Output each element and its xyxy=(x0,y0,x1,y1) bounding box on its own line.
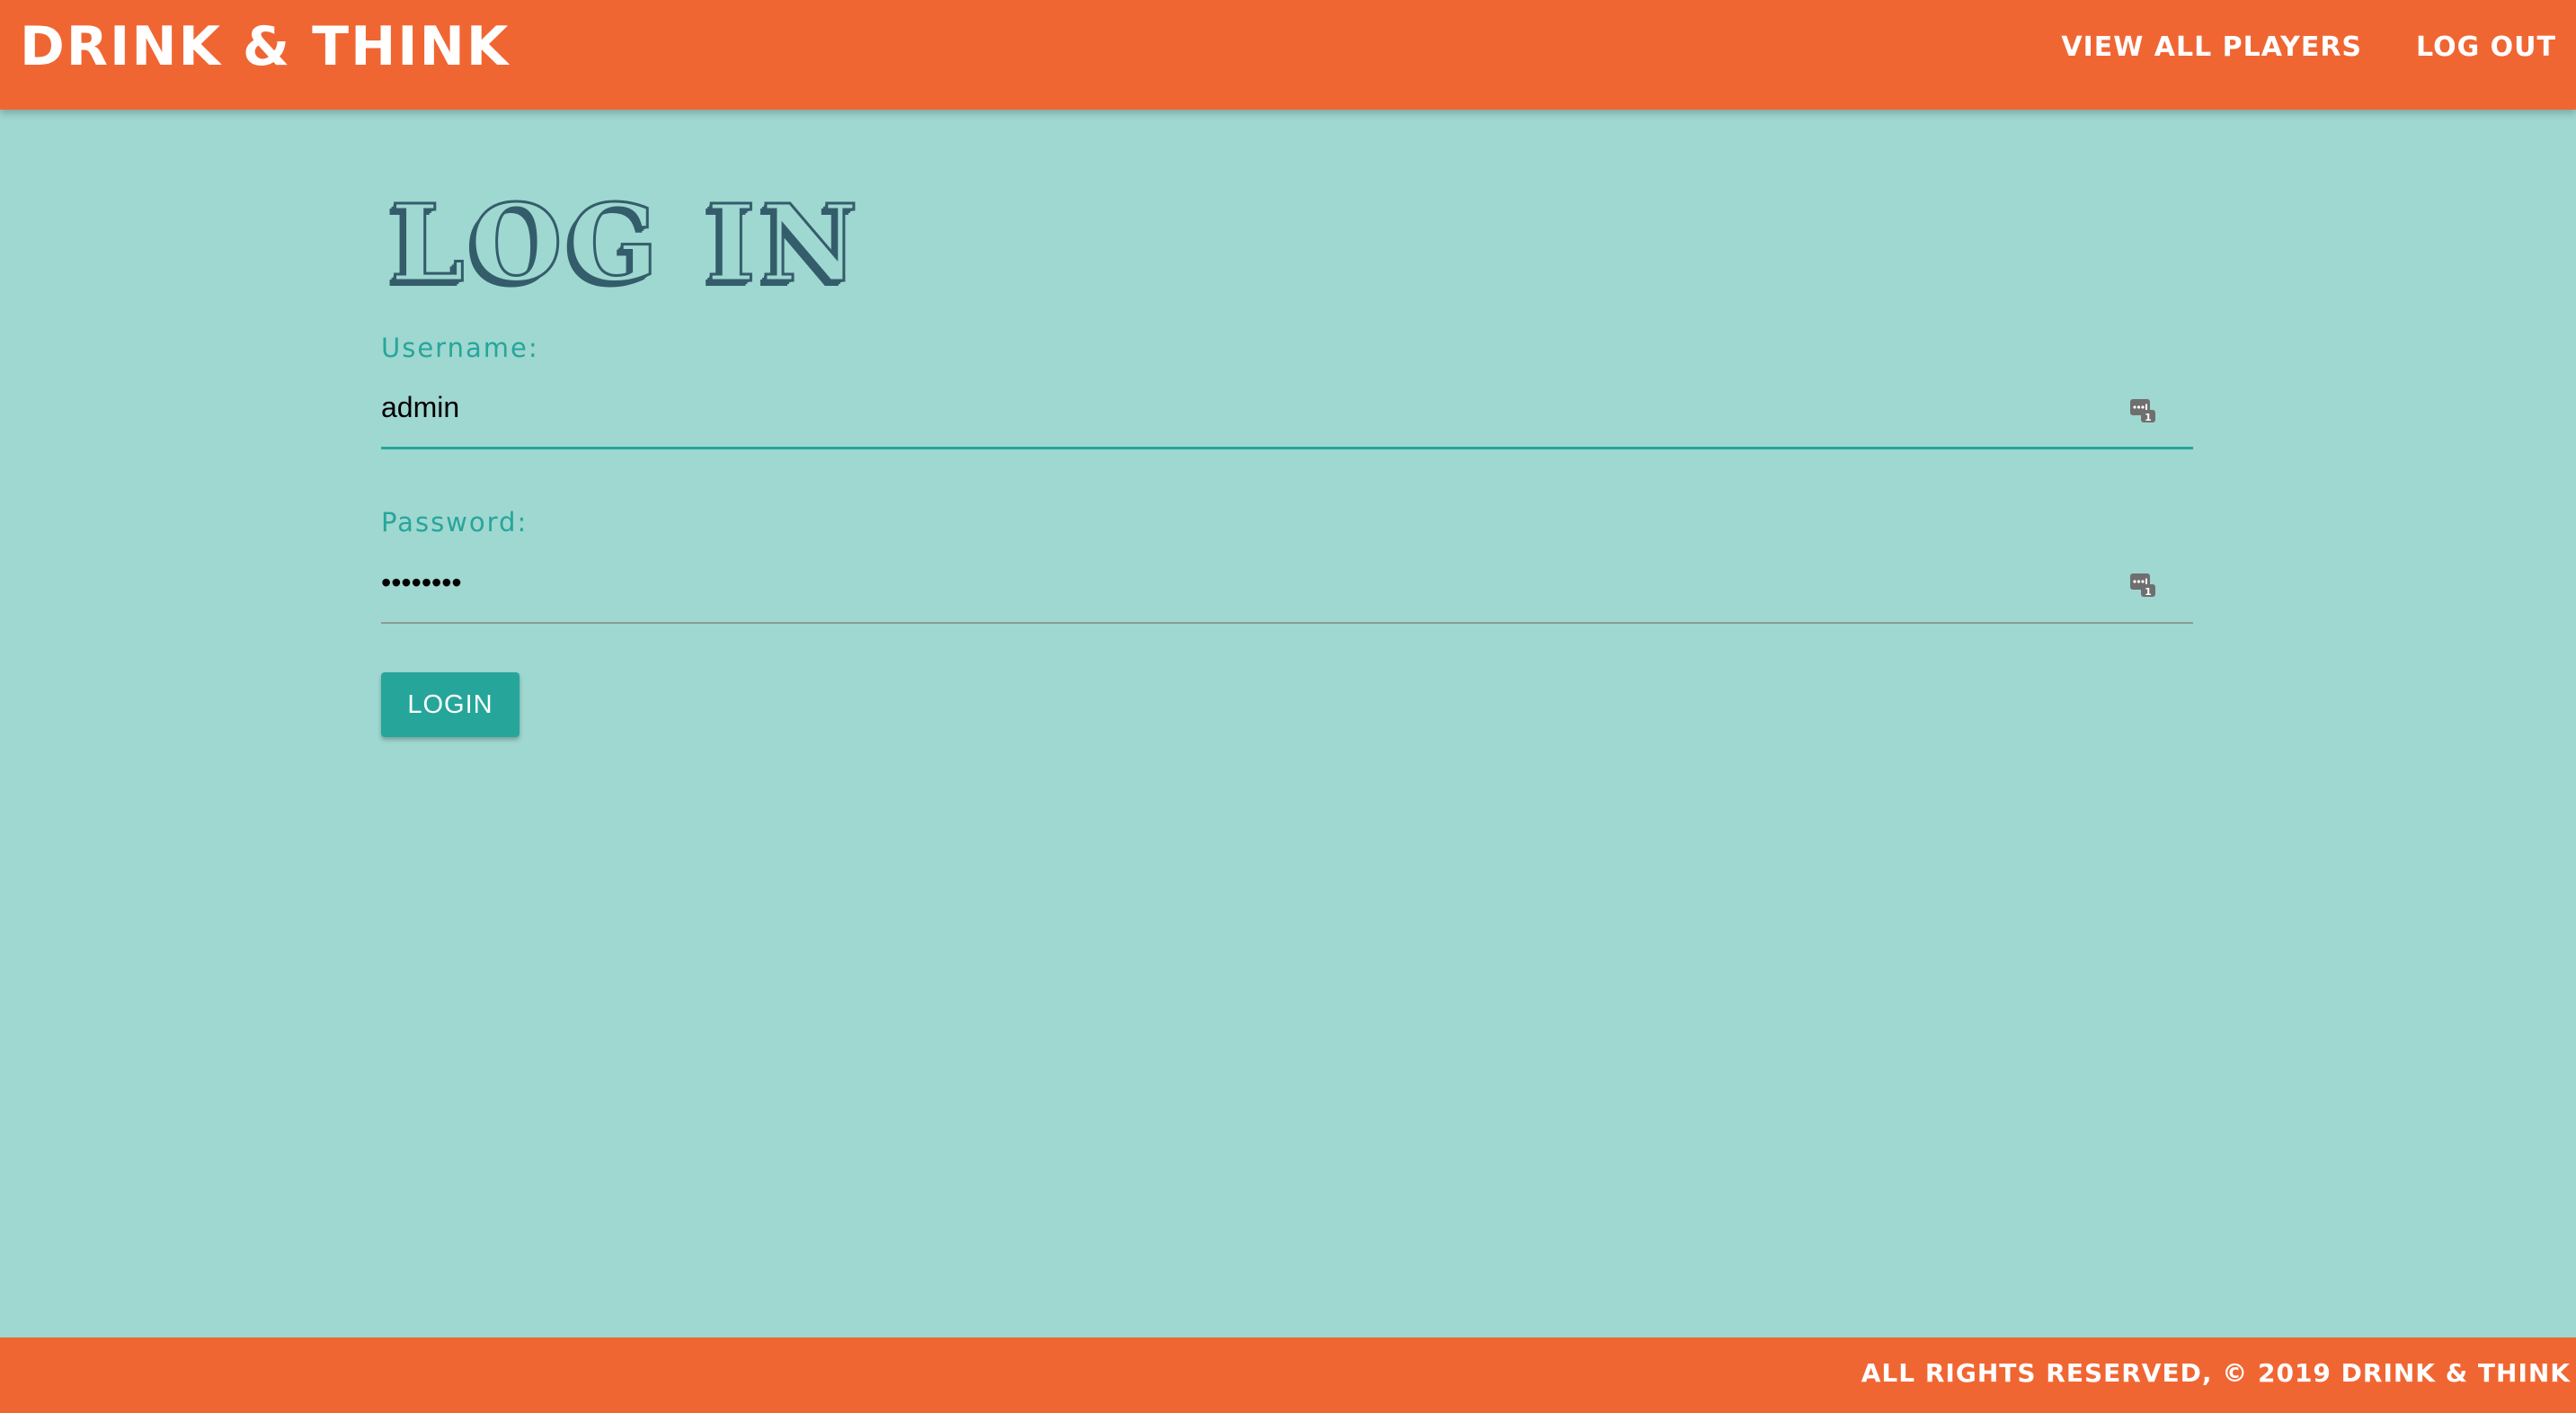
svg-text:1: 1 xyxy=(2145,586,2152,598)
password-label: Password: xyxy=(381,507,529,538)
password-input-wrapper: 1 xyxy=(381,543,2193,626)
username-field: Username: 1 xyxy=(381,333,2193,451)
top-navbar: DRINK & THINK VIEW ALL PLAYERS LOG OUT xyxy=(0,0,2576,110)
brand-logo[interactable]: DRINK & THINK xyxy=(20,20,510,74)
nav-log-out-link[interactable]: LOG OUT xyxy=(2416,34,2556,61)
password-field: Password: 1 xyxy=(381,507,2193,626)
page-title: LOG IN xyxy=(389,181,864,306)
footer: ALL RIGHTS RESERVED, © 2019 DRINK & THIN… xyxy=(0,1337,2576,1413)
username-input-wrapper: 1 xyxy=(381,369,2193,451)
password-input[interactable] xyxy=(381,543,2193,624)
password-manager-icon[interactable]: 1 xyxy=(2128,570,2157,599)
footer-copyright: ALL RIGHTS RESERVED, © 2019 DRINK & THIN… xyxy=(1861,1358,2571,1388)
username-label: Username: xyxy=(381,333,539,363)
nav-links: VIEW ALL PLAYERS LOG OUT xyxy=(2061,34,2556,61)
username-input[interactable] xyxy=(381,369,2193,449)
nav-view-all-players-link[interactable]: VIEW ALL PLAYERS xyxy=(2061,34,2362,61)
svg-text:1: 1 xyxy=(2145,412,2152,423)
login-form-container: LOG IN Username: 1 Password: xyxy=(381,181,2193,737)
password-manager-icon[interactable]: 1 xyxy=(2128,395,2157,424)
login-button[interactable]: LOGIN xyxy=(381,672,520,737)
